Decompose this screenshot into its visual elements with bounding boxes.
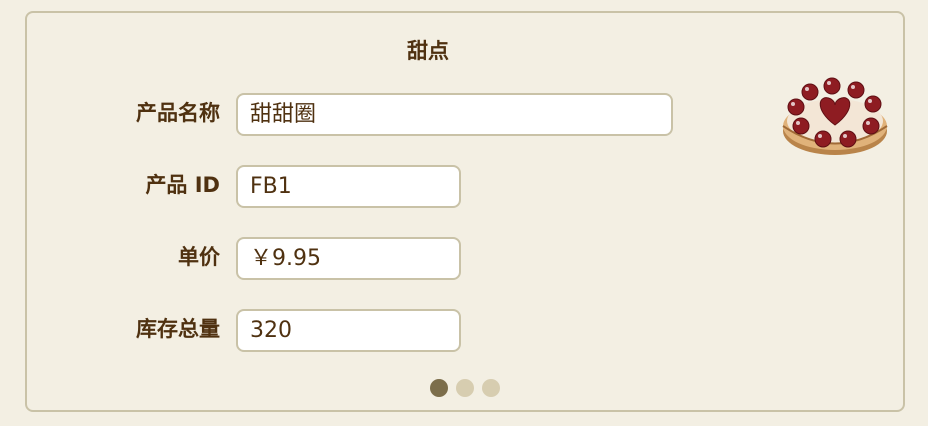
card-title: 甜点 (407, 39, 449, 63)
product-id-field[interactable]: FB1 (236, 165, 461, 208)
stock-total-field[interactable]: 320 (236, 309, 461, 352)
page-dot-3[interactable] (482, 379, 500, 397)
product-name-label: 产品名称 (136, 101, 220, 125)
unit-price-label: 单价 (178, 245, 220, 269)
product-card: 甜点 产品名称 甜甜圈 产品 ID FB1 单价 ￥9.95 库存总量 320 (25, 11, 905, 412)
unit-price-field[interactable]: ￥9.95 (236, 237, 461, 280)
page-dot-1[interactable] (430, 379, 448, 397)
page-indicator (430, 379, 500, 397)
page-dot-2[interactable] (456, 379, 474, 397)
product-id-label: 产品 ID (145, 173, 220, 197)
stock-total-label: 库存总量 (136, 317, 220, 341)
product-name-field[interactable]: 甜甜圈 (236, 93, 673, 136)
cherry-tart-icon (782, 77, 888, 155)
